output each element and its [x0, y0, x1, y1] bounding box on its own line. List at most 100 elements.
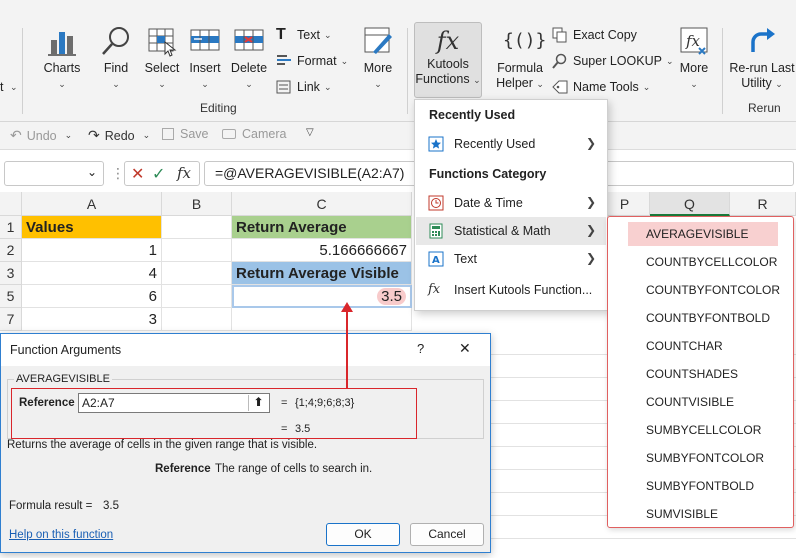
cell-c3[interactable]: Return Average Visible	[232, 262, 412, 285]
row-header-2[interactable]: 2	[0, 239, 22, 262]
ribbon-partial-label: t	[0, 80, 4, 94]
submenu-item-countshades[interactable]: COUNTSHADES	[628, 362, 778, 386]
select-label: Select	[144, 61, 180, 75]
exact-copy-label: Exact Copy	[573, 28, 637, 42]
kutools-functions-button[interactable]: fx Kutools Functions ⌄	[414, 22, 482, 98]
redo-button[interactable]: ↷ Redo ⌄	[88, 127, 150, 144]
rerun-last-utility-button[interactable]: Re-run Last Utility ⌄	[728, 24, 796, 92]
cell-b7[interactable]	[162, 308, 232, 331]
cell-a7[interactable]: 3	[22, 308, 162, 331]
formula-bar: ⌄ ⋮ ✕ ✓ fx =@AVERAGEVISIBLE(A2:A7)	[0, 158, 796, 190]
more-button[interactable]: More ⌄	[356, 24, 400, 90]
cell-a5[interactable]: 6	[22, 285, 162, 308]
format-icon	[276, 53, 292, 69]
submenu-item-countchar[interactable]: COUNTCHAR	[628, 334, 778, 358]
column-header-a[interactable]: A	[22, 192, 162, 216]
submenu-item-countbycellcolor[interactable]: COUNTBYCELLCOLOR	[628, 250, 778, 274]
cell-c5-value: 3.5	[377, 288, 406, 305]
formula-controls: ✕ ✓ fx	[124, 161, 200, 186]
column-header-b[interactable]: B	[162, 192, 232, 216]
row-header-3[interactable]: 3	[0, 262, 22, 285]
enter-check-icon[interactable]: ✓	[152, 164, 165, 184]
submenu-item-averagevisible[interactable]: AVERAGEVISIBLE	[628, 222, 778, 246]
function-arguments-dialog: Function Arguments ? ✕ AVERAGEVISIBLE Re…	[0, 333, 491, 553]
undo-button[interactable]: ↶ Undo ⌄	[10, 127, 72, 144]
delete-button[interactable]: Delete ⌄	[228, 24, 270, 90]
menu-item-insert-kutools-function[interactable]: fx Insert Kutools Function...	[416, 276, 606, 304]
cell-a2[interactable]: 1	[22, 239, 162, 262]
save-button[interactable]: Save	[162, 127, 209, 141]
function-box-icon: fx	[677, 24, 711, 58]
text-button[interactable]: T Text ⌄	[276, 24, 331, 46]
insert-function-icon[interactable]: fx	[177, 164, 191, 182]
more-functions-button[interactable]: fx More ⌄	[674, 24, 714, 90]
super-lookup-button[interactable]: Super LOOKUP ⌄	[552, 50, 673, 72]
insert-button[interactable]: Insert ⌄	[186, 24, 224, 90]
camera-button[interactable]: Camera	[222, 127, 286, 141]
find-button[interactable]: Find ⌄	[96, 24, 136, 90]
cell-c5[interactable]: 3.5	[232, 285, 412, 308]
menu-item-text[interactable]: A Text ❯	[416, 245, 606, 273]
cell-c2[interactable]: 5.166666667	[232, 239, 412, 262]
cell-c7[interactable]	[232, 308, 412, 331]
submenu-item-countvisible[interactable]: COUNTVISIBLE	[628, 390, 778, 414]
save-label: Save	[180, 127, 209, 141]
chevron-down-icon: ⌄	[323, 30, 332, 40]
ribbon-separator	[722, 28, 723, 114]
cell-b1[interactable]	[162, 216, 232, 239]
cancel-button[interactable]: Cancel	[410, 523, 484, 546]
charts-button[interactable]: Charts ⌄	[36, 24, 88, 90]
row-header-1[interactable]: 1	[0, 216, 22, 239]
name-tools-button[interactable]: Name Tools ⌄	[552, 76, 650, 98]
select-button[interactable]: Select ⌄	[140, 24, 184, 90]
exact-copy-button[interactable]: Exact Copy	[552, 24, 637, 46]
name-box[interactable]: ⌄	[4, 161, 104, 186]
column-header-r[interactable]: R	[730, 192, 796, 216]
rerun-label-2: Utility	[741, 76, 772, 90]
cell-c1[interactable]: Return Average	[232, 216, 412, 239]
link-label: Link	[297, 80, 320, 94]
formula-helper-button[interactable]: {()} Formula Helper ⌄	[492, 24, 548, 92]
chevron-down-icon: ⌄	[158, 79, 166, 89]
menu-header-category: Functions Category	[429, 167, 547, 181]
menu-item-recently-used[interactable]: Recently Used ❯	[416, 130, 606, 158]
chevron-down-icon: ⌄	[201, 79, 209, 89]
help-question-icon[interactable]: ?	[417, 341, 424, 356]
row-header-5[interactable]: 5	[0, 285, 22, 308]
menu-item-statistical-math-label: Statistical & Math	[454, 224, 551, 238]
row-header-7[interactable]: 7	[0, 308, 22, 331]
cell-a3[interactable]: 4	[22, 262, 162, 285]
column-header-c[interactable]: C	[232, 192, 412, 216]
cell-a1[interactable]: Values	[22, 216, 162, 239]
link-button[interactable]: Link ⌄	[276, 76, 331, 98]
kutools-functions-label-2: Functions	[415, 72, 470, 86]
column-header-q[interactable]: Q	[650, 192, 730, 216]
redo-icon: ↷	[88, 127, 100, 143]
clock-icon	[428, 195, 444, 211]
submenu-item-countbyfontcolor[interactable]: COUNTBYFONTCOLOR	[628, 278, 780, 302]
ok-button[interactable]: OK	[326, 523, 400, 546]
submenu-item-countbyfontbold[interactable]: COUNTBYFONTBOLD	[628, 306, 778, 330]
submenu-item-sumvisible[interactable]: SUMVISIBLE	[628, 502, 778, 526]
customize-qat-button[interactable]: ▽	[306, 127, 314, 138]
redo-arrow-icon	[745, 24, 779, 58]
menu-item-date-time[interactable]: Date & Time ❯	[416, 189, 606, 217]
kutools-functions-menu: Recently Used Recently Used ❯ Functions …	[414, 99, 608, 311]
format-button[interactable]: Format ⌄	[276, 50, 348, 72]
select-all-corner[interactable]	[0, 192, 22, 216]
charts-label: Charts	[43, 61, 81, 75]
close-icon[interactable]: ✕	[459, 340, 471, 357]
cell-b2[interactable]	[162, 239, 232, 262]
submenu-item-sumbyfontbold[interactable]: SUMBYFONTBOLD	[628, 474, 778, 498]
cancel-icon[interactable]: ✕	[131, 164, 144, 184]
chevron-down-icon: ⌄	[340, 56, 349, 66]
submenu-item-sumbyfontcolor[interactable]: SUMBYFONTCOLOR	[628, 446, 778, 470]
submenu-item-sumbycellcolor[interactable]: SUMBYCELLCOLOR	[628, 418, 778, 442]
help-on-function-link[interactable]: Help on this function	[9, 529, 113, 541]
parameter-name: Reference	[155, 463, 211, 475]
function-description: Returns the average of cells in the give…	[7, 439, 318, 451]
cell-b5[interactable]	[162, 285, 232, 308]
cell-b3[interactable]	[162, 262, 232, 285]
statistical-math-submenu: AVERAGEVISIBLE COUNTBYCELLCOLOR COUNTBYF…	[607, 216, 794, 528]
menu-item-statistical-math[interactable]: Statistical & Math ❯	[416, 217, 606, 245]
